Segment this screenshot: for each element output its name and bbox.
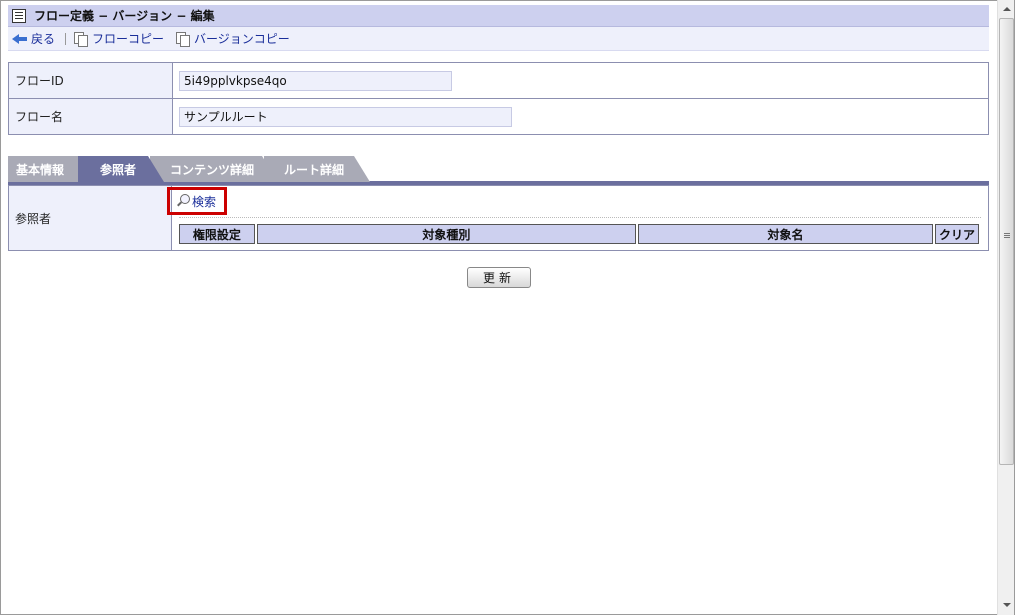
copy-icon — [74, 31, 89, 47]
tab-label: コンテンツ詳細 — [170, 162, 255, 177]
search-label: 検索 — [192, 194, 217, 209]
vertical-scrollbar[interactable] — [997, 0, 1014, 615]
flow-info-table: フローID 5i49pplvkpse4qo フロー名 サンプルルート — [8, 62, 989, 135]
referrer-header-table: 権限設定 対象種別 対象名 クリア — [177, 222, 981, 246]
search-button[interactable]: 検索 — [167, 187, 228, 215]
version-copy-button[interactable]: バージョンコピー — [176, 30, 290, 47]
tab-label: 基本情報 — [16, 162, 65, 177]
search-icon — [176, 194, 190, 208]
referrer-cell: 検索 権限設定 対象種別 対象名 クリア — [167, 185, 989, 251]
copy-icon — [176, 31, 191, 47]
referrer-table: 参照者 検索 権限設定 対象種別 対象名 クリア — [8, 185, 989, 251]
column-header-permission: 権限設定 — [179, 224, 255, 244]
toolbar: 戻る フローコピー バージョンコピー — [8, 27, 989, 51]
scroll-up-icon[interactable] — [998, 1, 1015, 18]
back-arrow-icon — [12, 33, 28, 45]
flow-id-cell: 5i49pplvkpse4qo — [172, 62, 989, 99]
divider — [179, 217, 981, 218]
scrollbar-thumb[interactable] — [999, 18, 1014, 465]
column-header-target-type: 対象種別 — [256, 224, 636, 244]
flow-copy-button[interactable]: フローコピー — [74, 30, 164, 47]
title-bar: フロー定義 − バージョン − 編集 — [8, 5, 989, 27]
flow-copy-label: フローコピー — [92, 32, 165, 46]
tab-bar: 基本情報 参照者 コンテンツ詳細 ルート詳細 — [8, 156, 989, 182]
tab-content-detail[interactable]: コンテンツ詳細 — [150, 156, 278, 182]
document-icon — [12, 8, 26, 23]
back-button[interactable]: 戻る — [12, 30, 55, 47]
flow-id-field: 5i49pplvkpse4qo — [179, 70, 452, 91]
scroll-down-icon[interactable] — [998, 597, 1015, 614]
tab-label: 参照者 — [100, 162, 137, 177]
column-header-target-name: 対象名 — [637, 224, 934, 244]
flow-name-row: フロー名 サンプルルート — [8, 98, 989, 135]
flow-name-label: フロー名 — [8, 98, 173, 135]
flow-id-label: フローID — [8, 62, 173, 99]
update-button[interactable]: 更新 — [467, 267, 531, 288]
flow-name-field: サンプルルート — [179, 106, 512, 127]
version-copy-label: バージョンコピー — [194, 32, 290, 46]
toolbar-divider — [65, 32, 67, 45]
tab-route-detail[interactable]: ルート詳細 — [264, 156, 370, 182]
grip-icon — [1004, 233, 1010, 234]
back-label: 戻る — [31, 32, 56, 46]
flow-id-row: フローID 5i49pplvkpse4qo — [8, 62, 989, 99]
page-title: フロー定義 − バージョン − 編集 — [34, 9, 215, 23]
flow-name-cell: サンプルルート — [172, 98, 989, 135]
column-header-clear: クリア — [935, 224, 979, 244]
referrer-label: 参照者 — [8, 185, 172, 251]
tab-label: ルート詳細 — [284, 162, 345, 177]
